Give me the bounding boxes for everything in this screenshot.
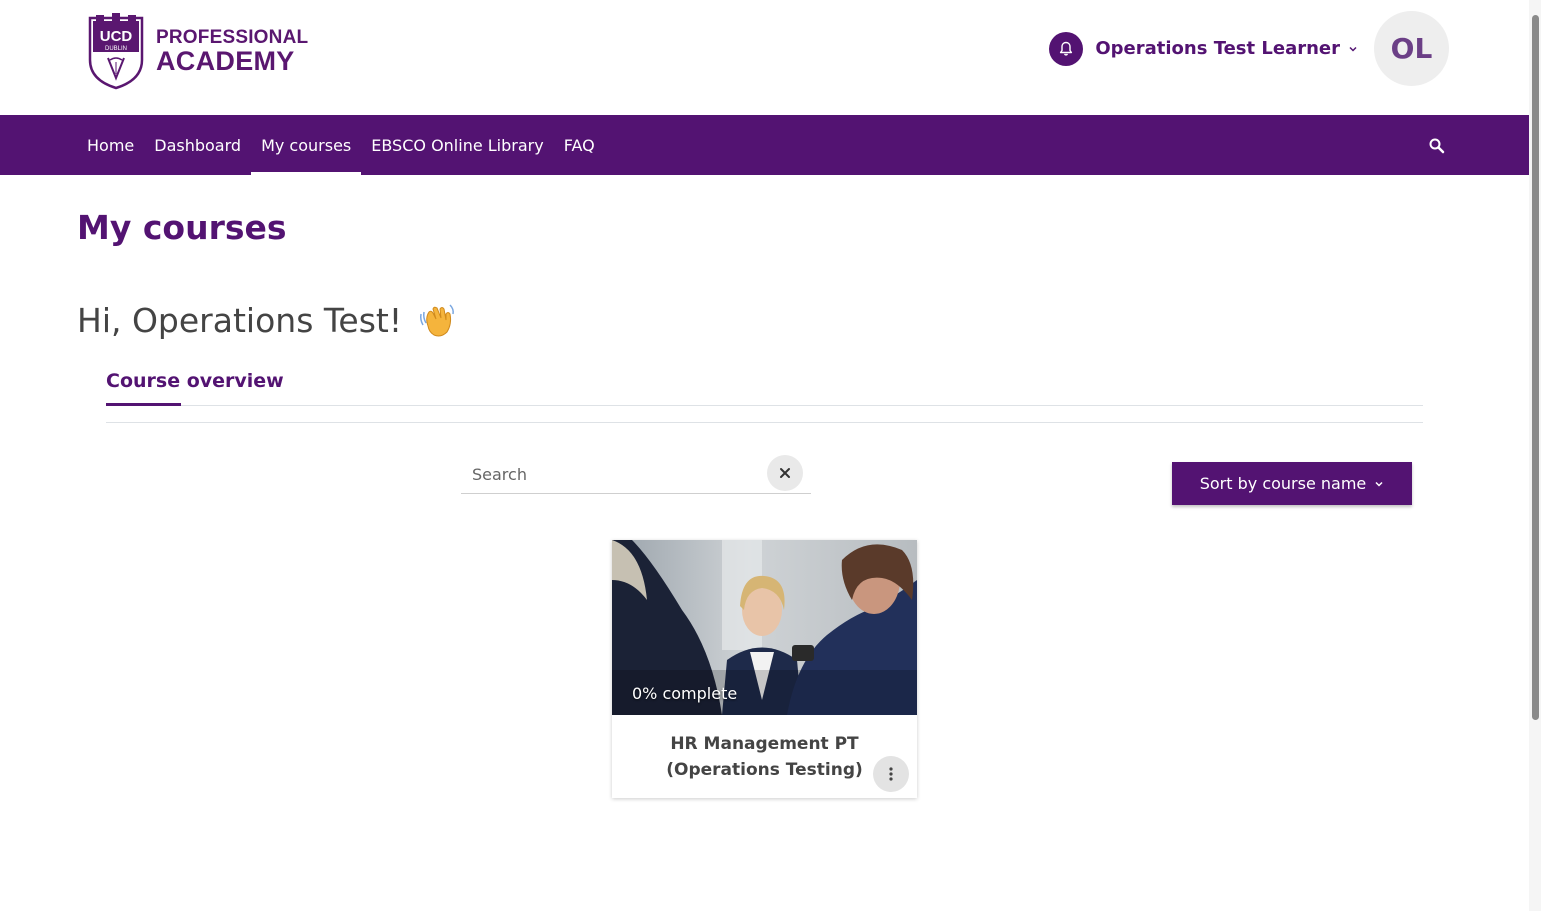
course-actions-button[interactable] xyxy=(873,756,909,792)
notifications-button[interactable] xyxy=(1049,31,1084,66)
tab-course-overview[interactable]: Course overview xyxy=(106,370,284,392)
nav-item-dashboard[interactable]: Dashboard xyxy=(144,115,251,175)
logo-line-2: ACADEMY xyxy=(156,45,295,76)
page-scrollbar-thumb[interactable] xyxy=(1532,15,1539,720)
tabs-divider-bottom xyxy=(106,422,1423,423)
sort-dropdown-button[interactable]: Sort by course name xyxy=(1172,462,1412,505)
chevron-down-icon xyxy=(1349,46,1357,52)
nav-item-my-courses[interactable]: My courses xyxy=(251,115,362,175)
course-progress-label: 0% complete xyxy=(632,684,738,703)
page-title: My courses xyxy=(77,208,287,247)
clear-search-button[interactable] xyxy=(767,455,803,491)
tabs-divider-top xyxy=(106,405,1423,406)
nav-item-home[interactable]: Home xyxy=(77,115,144,175)
course-title-link[interactable]: HR Management PT (Operations Testing) xyxy=(622,731,907,783)
shield-text-top: UCD xyxy=(100,28,133,45)
course-search xyxy=(461,455,811,494)
ucd-shield-icon: UCD DUBLIN xyxy=(88,13,144,90)
sort-label: Sort by course name xyxy=(1199,474,1367,493)
nav-item-ebsco-online-library[interactable]: EBSCO Online Library xyxy=(361,115,553,175)
search-icon[interactable] xyxy=(1428,137,1446,155)
logo-line-1: PROFESSIONAL xyxy=(156,26,309,48)
site-header: UCD DUBLIN PROFESSIONAL ACADEMY Operatio… xyxy=(0,0,1529,115)
close-icon xyxy=(780,468,790,478)
primary-navigation: Home Dashboard My courses EBSCO Online L… xyxy=(0,115,1529,175)
user-area: Operations Test Learner OL xyxy=(1049,11,1449,86)
shield-text-bottom: DUBLIN xyxy=(105,46,127,52)
greeting: Hi, Operations Test! xyxy=(77,300,456,340)
search-input[interactable] xyxy=(461,455,774,493)
chevron-down-icon xyxy=(1375,481,1383,487)
user-name: Operations Test Learner xyxy=(1095,38,1340,59)
greeting-text: Hi, Operations Test! xyxy=(77,300,403,340)
course-image[interactable]: 0% complete xyxy=(612,540,917,715)
nav-items: Home Dashboard My courses EBSCO Online L… xyxy=(77,115,605,175)
course-card[interactable]: 0% complete HR Management PT (Operations… xyxy=(612,540,917,798)
kebab-menu-icon xyxy=(889,767,893,781)
nav-item-faq[interactable]: FAQ xyxy=(554,115,605,175)
tab-active-indicator xyxy=(106,403,181,406)
logo-wordmark: PROFESSIONAL ACADEMY xyxy=(156,28,308,75)
site-logo[interactable]: UCD DUBLIN PROFESSIONAL ACADEMY xyxy=(88,12,308,90)
waving-hand-icon xyxy=(420,304,455,337)
user-menu-toggle[interactable]: Operations Test Learner xyxy=(1095,38,1358,59)
bell-icon xyxy=(1060,41,1073,56)
avatar[interactable]: OL xyxy=(1374,11,1449,86)
